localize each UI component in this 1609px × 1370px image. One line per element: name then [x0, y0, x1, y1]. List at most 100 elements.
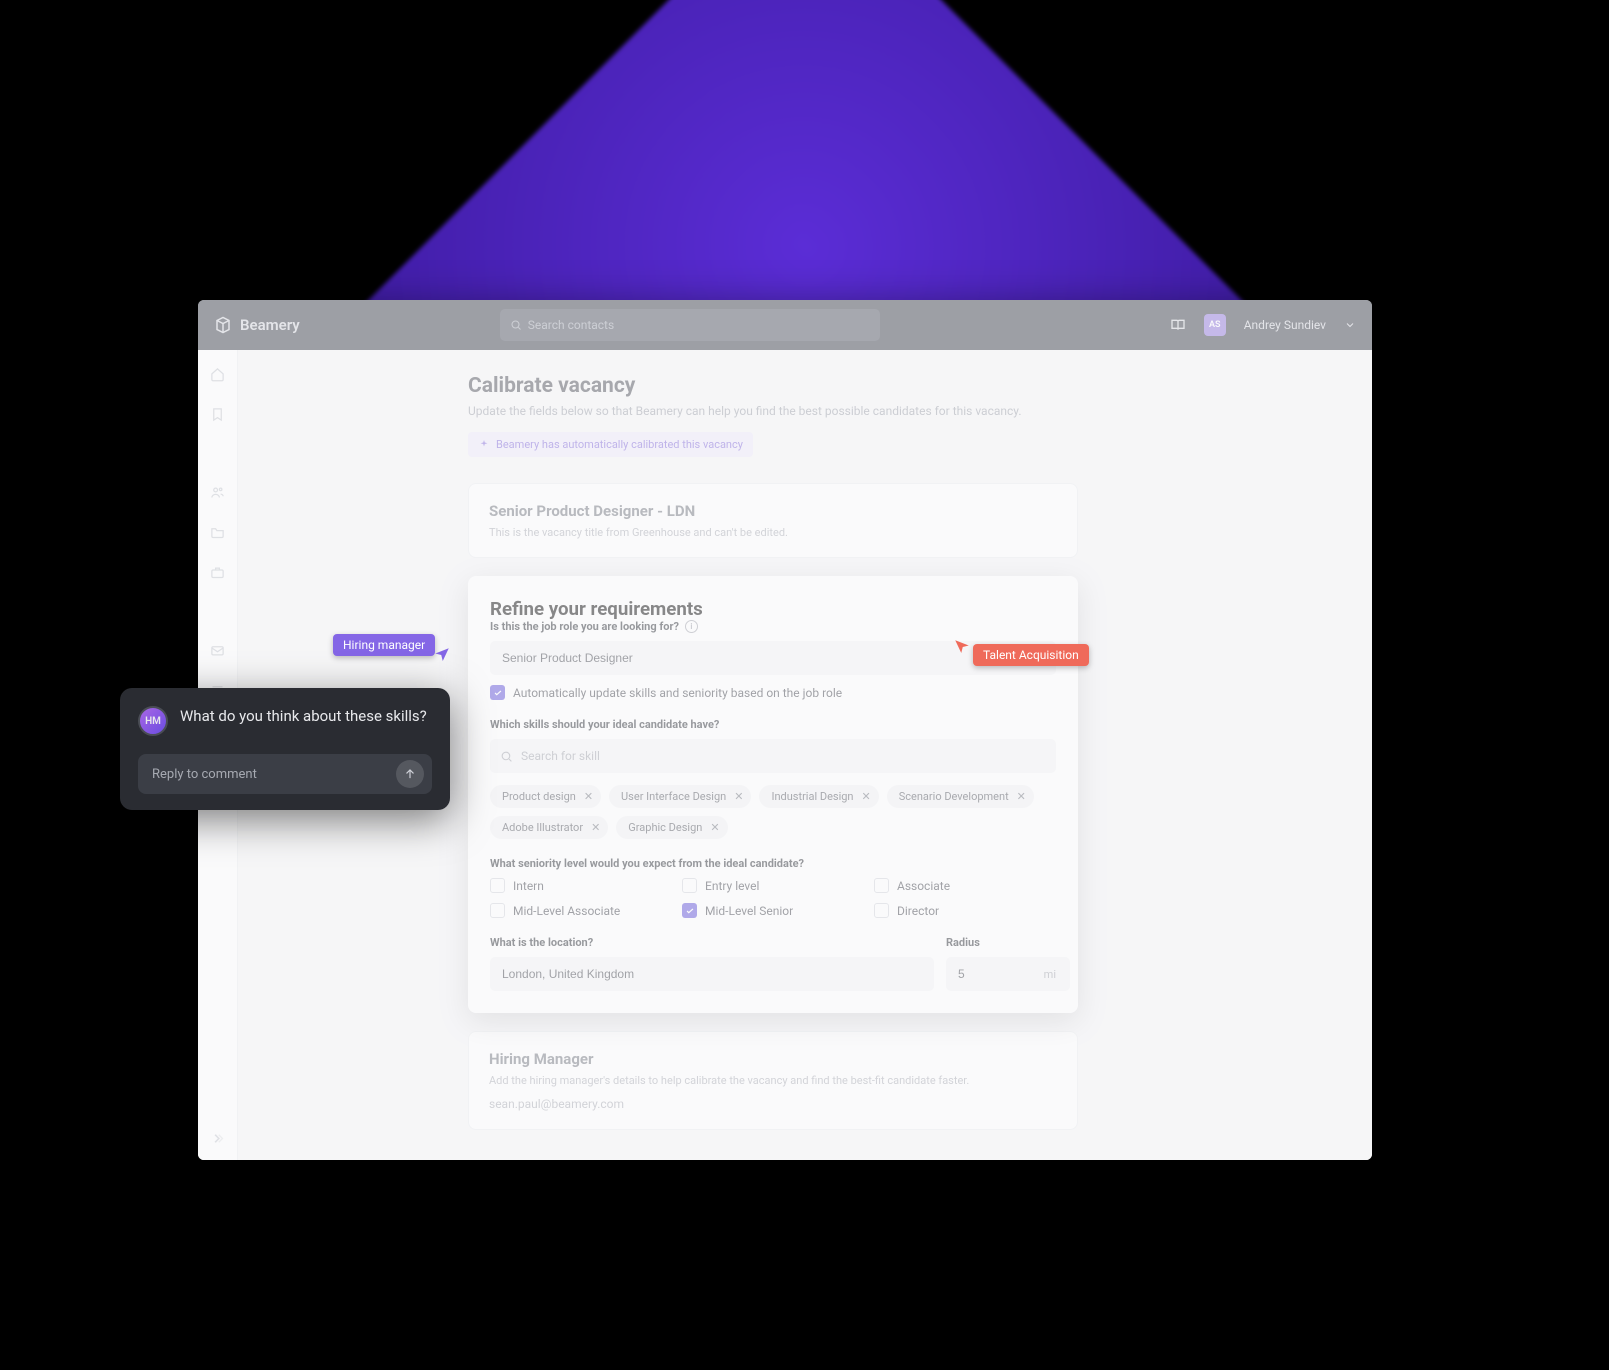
seniority-checkbox[interactable] [874, 903, 889, 918]
auto-calibrated-badge: Beamery has automatically calibrated thi… [468, 432, 753, 457]
skill-search-placeholder: Search for skill [521, 749, 600, 763]
seniority-option[interactable]: Associate [874, 878, 1056, 893]
chevron-down-icon[interactable] [1344, 319, 1356, 331]
seniority-label: What seniority level would you expect fr… [490, 857, 1056, 870]
expand-rail-icon[interactable] [210, 1130, 226, 1146]
skills-label: Which skills should your ideal candidate… [490, 718, 1056, 731]
location-input[interactable] [490, 957, 934, 991]
home-icon[interactable] [210, 366, 226, 382]
remove-skill-icon[interactable]: ✕ [591, 821, 600, 834]
cursor-talent-acquisition: Talent Acquisition [953, 644, 1089, 666]
seniority-checkbox[interactable] [490, 903, 505, 918]
auto-update-checkbox[interactable] [490, 685, 505, 700]
skill-chips: Product design✕User Interface Design✕Ind… [490, 785, 1056, 839]
refine-requirements-card: Refine your requirements Is this the job… [468, 576, 1078, 1013]
skill-chip[interactable]: User Interface Design ✕ [609, 785, 751, 808]
skill-chip[interactable]: Scenario Development ✕ [887, 785, 1034, 808]
hiring-manager-block: Hiring Manager Add the hiring manager's … [468, 1031, 1078, 1130]
arrow-up-icon [403, 767, 417, 781]
page-subtitle: Update the fields below so that Beamery … [468, 404, 1078, 418]
cursor-arrow-icon [953, 638, 971, 656]
hm-heading: Hiring Manager [489, 1050, 1057, 1068]
reply-placeholder: Reply to comment [152, 767, 396, 782]
cursor-ta-label: Talent Acquisition [973, 644, 1089, 666]
briefcase-icon[interactable] [210, 564, 226, 580]
seniority-label: Mid-Level Senior [705, 904, 793, 918]
remove-skill-icon[interactable]: ✕ [734, 790, 743, 803]
global-search[interactable]: Search contacts [500, 309, 880, 341]
seniority-option[interactable]: Intern [490, 878, 672, 893]
mail-icon[interactable] [210, 642, 226, 658]
search-placeholder: Search contacts [528, 318, 614, 332]
seniority-checkbox[interactable] [490, 878, 505, 893]
hm-email: sean.paul@beamery.com [489, 1097, 1057, 1111]
skill-search[interactable]: Search for skill [490, 739, 1056, 773]
book-icon[interactable] [1170, 317, 1186, 333]
auto-badge-text: Beamery has automatically calibrated thi… [496, 438, 743, 451]
seniority-option[interactable]: Mid-Level Senior [682, 903, 864, 918]
comment-popup: HM What do you think about these skills?… [120, 688, 450, 810]
brand-logo-icon [214, 316, 232, 334]
topbar-right: AS Andrey Sundiev [1170, 314, 1356, 336]
refine-heading: Refine your requirements [490, 598, 1056, 620]
people-icon[interactable] [210, 484, 226, 500]
sparkle-icon [478, 439, 490, 451]
radius-input[interactable] [946, 957, 1070, 991]
cursor-hm-label: Hiring manager [333, 634, 435, 656]
skill-chip-label: Product design [502, 790, 576, 803]
seniority-label: Intern [513, 879, 544, 893]
remove-skill-icon[interactable]: ✕ [1017, 790, 1026, 803]
user-avatar[interactable]: AS [1204, 314, 1226, 336]
vacancy-title-sub: This is the vacancy title from Greenhous… [489, 526, 1057, 539]
brand-name: Beamery [240, 316, 300, 334]
seniority-checkbox[interactable] [682, 903, 697, 918]
skill-chip[interactable]: Adobe Illustrator ✕ [490, 816, 608, 839]
seniority-option[interactable]: Director [874, 903, 1056, 918]
skill-chip-label: Adobe Illustrator [502, 821, 583, 834]
cursor-arrow-icon [433, 646, 451, 664]
radius-label: Radius [946, 936, 1056, 949]
send-reply-button[interactable] [396, 760, 424, 788]
auto-update-row[interactable]: Automatically update skills and seniorit… [490, 685, 1056, 700]
skill-chip-label: Scenario Development [899, 790, 1009, 803]
reply-input[interactable]: Reply to comment [138, 754, 432, 794]
role-label: Is this the job role you are looking for… [490, 620, 1056, 633]
seniority-checkbox[interactable] [682, 878, 697, 893]
info-icon[interactable]: i [685, 620, 698, 633]
vacancy-title: Senior Product Designer - LDN [489, 502, 1057, 520]
cursor-hiring-manager: Hiring manager [331, 634, 451, 656]
brand: Beamery [214, 316, 300, 334]
folder-icon[interactable] [210, 524, 226, 540]
vacancy-title-block: Senior Product Designer - LDN This is th… [468, 483, 1078, 558]
hm-sub: Add the hiring manager's details to help… [489, 1074, 1057, 1087]
seniority-option[interactable]: Mid-Level Associate [490, 903, 672, 918]
seniority-label: Director [897, 904, 939, 918]
auto-update-label: Automatically update skills and seniorit… [513, 686, 842, 700]
skill-chip[interactable]: Graphic Design ✕ [616, 816, 727, 839]
page-title: Calibrate vacancy [468, 374, 1078, 398]
skill-chip-label: User Interface Design [621, 790, 726, 803]
user-name: Andrey Sundiev [1244, 318, 1326, 332]
skill-chip-label: Industrial Design [771, 790, 853, 803]
comment-text: What do you think about these skills? [180, 706, 432, 726]
skill-chip-label: Graphic Design [628, 821, 702, 834]
seniority-label: Entry level [705, 879, 759, 893]
seniority-option[interactable]: Entry level [682, 878, 864, 893]
skill-chip[interactable]: Product design ✕ [490, 785, 601, 808]
remove-skill-icon[interactable]: ✕ [862, 790, 871, 803]
seniority-label: Associate [897, 879, 950, 893]
seniority-grid: Intern Entry level Associate Mid-Level Asso… [490, 878, 1056, 918]
seniority-label: Mid-Level Associate [513, 904, 620, 918]
remove-skill-icon[interactable]: ✕ [710, 821, 719, 834]
topbar: Beamery Search contacts AS Andrey Sundie… [198, 300, 1372, 350]
comment-avatar: HM [138, 706, 168, 736]
remove-skill-icon[interactable]: ✕ [584, 790, 593, 803]
seniority-checkbox[interactable] [874, 878, 889, 893]
search-icon [500, 750, 513, 763]
role-label-text: Is this the job role you are looking for… [490, 620, 679, 633]
search-icon [510, 319, 522, 331]
bookmark-icon[interactable] [210, 406, 226, 422]
skill-chip[interactable]: Industrial Design ✕ [759, 785, 878, 808]
content-column: Calibrate vacancy Update the fields belo… [468, 374, 1078, 1148]
location-label: What is the location? [490, 936, 934, 949]
